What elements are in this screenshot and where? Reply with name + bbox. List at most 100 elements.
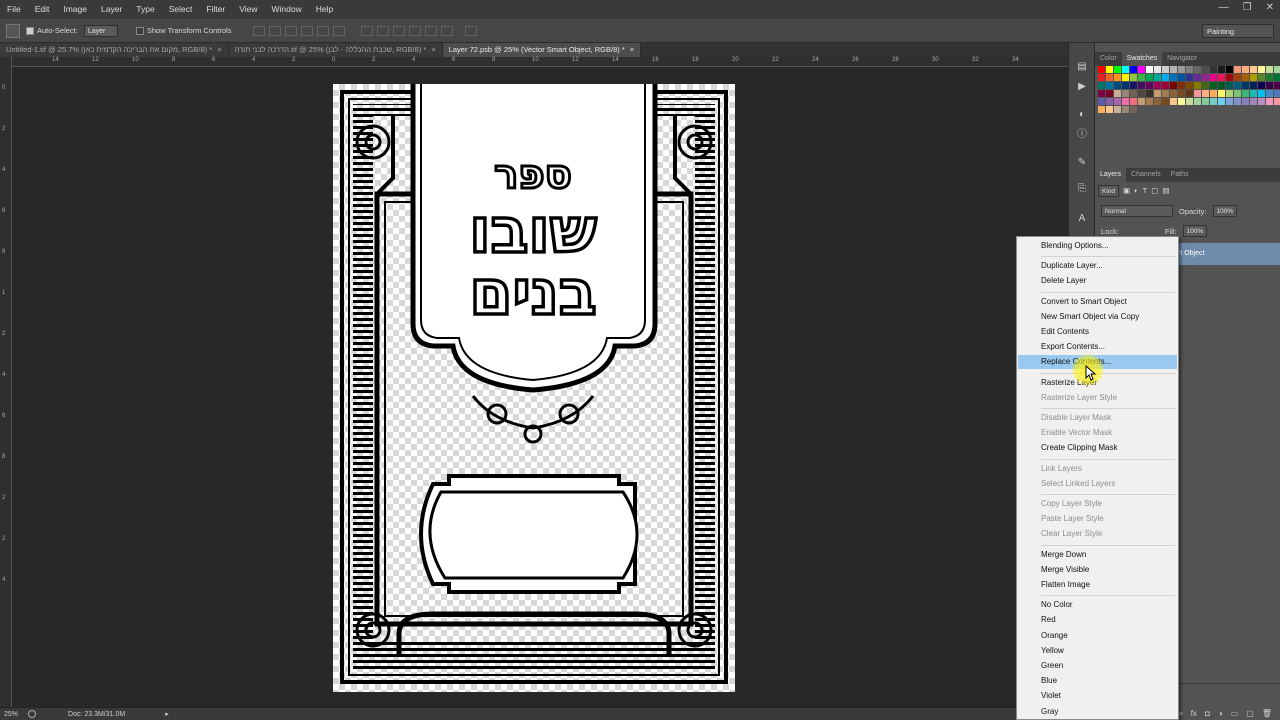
- mask-icon[interactable]: ◘: [1205, 709, 1210, 718]
- tab-layers[interactable]: Layers: [1095, 168, 1127, 182]
- color-swatch[interactable]: [1234, 82, 1241, 89]
- trash-icon[interactable]: 🗑: [1262, 709, 1272, 718]
- menu-filter[interactable]: Filter: [199, 0, 232, 19]
- color-swatch[interactable]: [1146, 90, 1153, 97]
- filter-pixel-icon[interactable]: ▣: [1123, 186, 1130, 195]
- distribute-left-icon[interactable]: [409, 25, 422, 36]
- kind-filter-dropdown[interactable]: Kind: [1098, 184, 1120, 197]
- doc-size[interactable]: Doc: 23.3M/31.0M: [68, 711, 125, 718]
- color-swatch[interactable]: [1194, 66, 1201, 73]
- align-middle-icon[interactable]: [269, 25, 282, 36]
- filter-adjust-icon[interactable]: ◐: [1134, 186, 1139, 195]
- color-swatch[interactable]: [1146, 82, 1153, 89]
- color-swatch[interactable]: [1258, 82, 1265, 89]
- color-swatch[interactable]: [1210, 90, 1217, 97]
- align-center-icon[interactable]: [317, 25, 330, 36]
- color-swatch[interactable]: [1218, 90, 1225, 97]
- menu-item-rasterize-layer[interactable]: Rasterize Layer: [1018, 376, 1177, 390]
- menu-item-orange[interactable]: Orange: [1018, 629, 1177, 643]
- color-swatch[interactable]: [1114, 74, 1121, 81]
- menu-item-edit-contents[interactable]: Edit Contents: [1018, 325, 1177, 339]
- close-tab-icon[interactable]: ×: [431, 45, 435, 54]
- color-swatch[interactable]: [1162, 98, 1169, 105]
- color-swatch[interactable]: [1106, 66, 1113, 73]
- color-swatch[interactable]: [1130, 90, 1137, 97]
- menu-help[interactable]: Help: [309, 0, 340, 19]
- color-swatch[interactable]: [1274, 90, 1280, 97]
- tab-paths[interactable]: Paths: [1166, 168, 1194, 182]
- menu-item-export-contents[interactable]: Export Contents...: [1018, 340, 1177, 354]
- menu-image[interactable]: Image: [56, 0, 94, 19]
- color-swatch[interactable]: [1106, 98, 1113, 105]
- color-swatch[interactable]: [1186, 98, 1193, 105]
- color-swatch[interactable]: [1098, 74, 1105, 81]
- color-swatch[interactable]: [1170, 74, 1177, 81]
- color-swatch[interactable]: [1194, 98, 1201, 105]
- color-swatch[interactable]: [1146, 98, 1153, 105]
- color-swatch[interactable]: [1202, 82, 1209, 89]
- color-swatch[interactable]: [1210, 98, 1217, 105]
- distribute-bottom-icon[interactable]: [393, 25, 406, 36]
- adjustments-icon[interactable]: ◐: [1076, 109, 1088, 121]
- color-swatch[interactable]: [1258, 98, 1265, 105]
- color-swatch[interactable]: [1210, 82, 1217, 89]
- color-swatch[interactable]: [1122, 90, 1129, 97]
- color-swatch[interactable]: [1122, 82, 1129, 89]
- color-swatch[interactable]: [1250, 74, 1257, 81]
- horizontal-ruler[interactable]: 14 12 10 8 6 4 2 0 2 4 6 8 10 12 14 16 18 20 22 24 26 28 30 32 3…: [12, 57, 1068, 67]
- menu-window[interactable]: Window: [264, 0, 308, 19]
- color-swatch[interactable]: [1162, 74, 1169, 81]
- vertical-ruler[interactable]: 0 2 4 6 8 1 2 4 6 8 2 2 4: [0, 57, 12, 707]
- menu-select[interactable]: Select: [162, 0, 200, 19]
- tab-hebrew-tif[interactable]: הדרכה לבני תורה.tif @ 25% (שכבת ההכללה -…: [228, 43, 443, 57]
- filter-smart-icon[interactable]: ▤: [1162, 186, 1169, 195]
- show-transform-checkbox[interactable]: Show Transform Controls: [135, 26, 231, 35]
- menu-item-blue[interactable]: Blue: [1018, 674, 1177, 688]
- color-swatch[interactable]: [1226, 98, 1233, 105]
- color-swatch[interactable]: [1242, 82, 1249, 89]
- menu-type[interactable]: Type: [129, 0, 161, 19]
- color-swatch[interactable]: [1202, 74, 1209, 81]
- color-swatch[interactable]: [1186, 82, 1193, 89]
- color-swatch[interactable]: [1226, 74, 1233, 81]
- color-swatch[interactable]: [1242, 66, 1249, 73]
- color-swatch[interactable]: [1162, 66, 1169, 73]
- color-swatch[interactable]: [1250, 82, 1257, 89]
- menu-item-red[interactable]: Red: [1018, 613, 1177, 627]
- menu-layer[interactable]: Layer: [94, 0, 129, 19]
- close-tab-icon[interactable]: ×: [217, 45, 221, 54]
- color-swatch[interactable]: [1202, 90, 1209, 97]
- color-swatch[interactable]: [1202, 66, 1209, 73]
- color-swatch[interactable]: [1266, 74, 1273, 81]
- history-icon[interactable]: ▤: [1076, 61, 1088, 73]
- color-swatch[interactable]: [1194, 74, 1201, 81]
- color-swatch[interactable]: [1114, 106, 1121, 113]
- tab-untitled-1[interactable]: Untitled-1.tif @ 25.7% (מקום את הבריכה ה…: [0, 43, 229, 57]
- color-swatch[interactable]: [1178, 90, 1185, 97]
- color-swatch[interactable]: [1170, 90, 1177, 97]
- color-swatch[interactable]: [1146, 66, 1153, 73]
- color-swatch[interactable]: [1226, 90, 1233, 97]
- menu-item-replace-contents[interactable]: Replace Contents...: [1018, 355, 1177, 370]
- color-swatch[interactable]: [1106, 106, 1113, 113]
- clone-source-icon[interactable]: ⎘: [1076, 183, 1088, 195]
- color-swatch[interactable]: [1170, 82, 1177, 89]
- color-swatch[interactable]: [1234, 98, 1241, 105]
- color-swatch[interactable]: [1242, 98, 1249, 105]
- menu-item-no-color[interactable]: No Color: [1018, 598, 1177, 612]
- color-swatch[interactable]: [1122, 106, 1129, 113]
- color-swatch[interactable]: [1178, 66, 1185, 73]
- color-swatch[interactable]: [1098, 90, 1105, 97]
- color-swatch[interactable]: [1258, 90, 1265, 97]
- color-swatch[interactable]: [1266, 82, 1273, 89]
- color-swatch[interactable]: [1170, 66, 1177, 73]
- menu-item-duplicate-layer[interactable]: Duplicate Layer...: [1018, 259, 1177, 273]
- info-icon[interactable]: [28, 710, 37, 718]
- fx-icon[interactable]: fx: [1191, 709, 1197, 718]
- color-swatch[interactable]: [1122, 66, 1129, 73]
- color-swatch[interactable]: [1178, 74, 1185, 81]
- color-swatch[interactable]: [1138, 74, 1145, 81]
- color-swatch[interactable]: [1170, 98, 1177, 105]
- color-swatch[interactable]: [1218, 74, 1225, 81]
- color-swatch[interactable]: [1234, 90, 1241, 97]
